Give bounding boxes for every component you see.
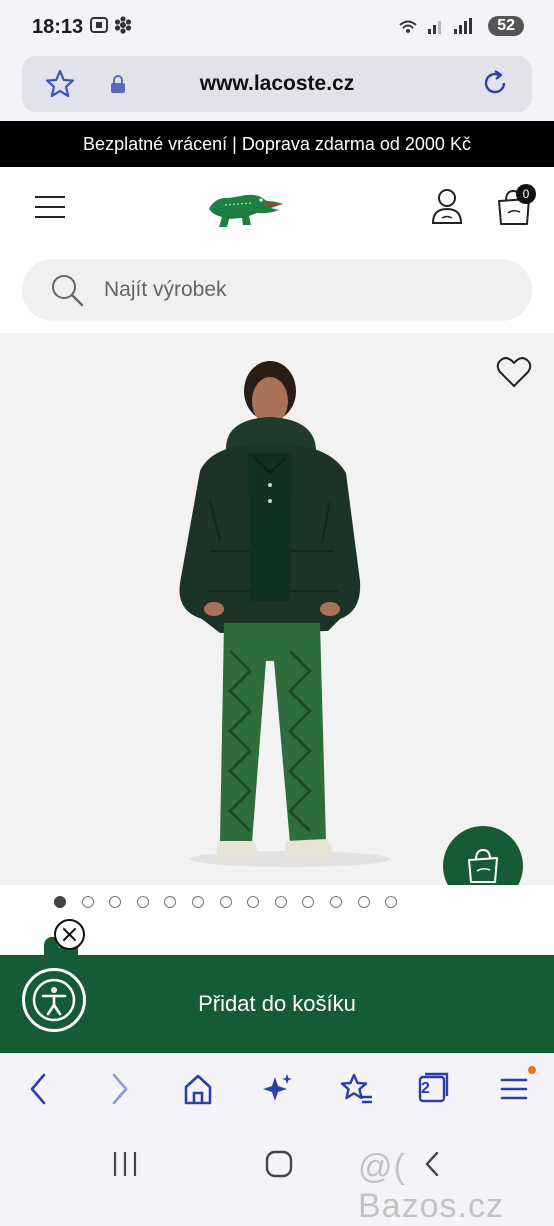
address-bar[interactable]: www.lacoste.cz bbox=[22, 56, 532, 112]
tabs-button[interactable]: 2 bbox=[414, 1071, 454, 1107]
carousel-dot[interactable] bbox=[302, 896, 315, 908]
carousel-dot[interactable] bbox=[274, 896, 287, 908]
ai-sparkle-icon[interactable] bbox=[257, 1071, 297, 1107]
close-promo-button[interactable] bbox=[54, 919, 85, 950]
promo-banner: Bezplatné vrácení | Doprava zdarma od 20… bbox=[0, 121, 554, 167]
account-icon[interactable] bbox=[430, 187, 464, 225]
hamburger-menu-icon[interactable] bbox=[35, 196, 65, 218]
carousel-dot[interactable] bbox=[81, 896, 94, 908]
carousel-dot[interactable] bbox=[357, 896, 370, 908]
status-bar: 18:13 52 bbox=[0, 0, 554, 56]
home-button-icon[interactable] bbox=[264, 1149, 294, 1179]
carousel-dot[interactable] bbox=[385, 896, 398, 908]
heart-icon[interactable] bbox=[496, 355, 532, 389]
carousel-dot[interactable] bbox=[54, 896, 66, 908]
notification-icons bbox=[90, 16, 140, 41]
carousel-dot[interactable] bbox=[219, 896, 232, 908]
carousel-dot[interactable] bbox=[247, 896, 260, 908]
search-box[interactable] bbox=[22, 259, 532, 321]
forward-icon[interactable] bbox=[100, 1071, 140, 1107]
reload-icon[interactable] bbox=[480, 68, 510, 98]
search-icon[interactable] bbox=[50, 273, 84, 307]
image-carousel-dots: % bbox=[0, 885, 554, 955]
status-time: 18:13 bbox=[32, 16, 84, 38]
recent-apps-icon[interactable] bbox=[110, 1149, 140, 1179]
browser-toolbar: 2 bbox=[0, 1053, 554, 1125]
home-icon[interactable] bbox=[178, 1071, 218, 1107]
product-model-image bbox=[179, 361, 390, 867]
cart-count-badge: 0 bbox=[516, 184, 536, 204]
add-to-cart-label: Přidat do košíku bbox=[198, 991, 356, 1016]
status-right: 52 bbox=[398, 16, 524, 36]
carousel-dot[interactable] bbox=[164, 896, 177, 908]
lacoste-crocodile-logo[interactable] bbox=[205, 183, 285, 229]
carousel-dot[interactable] bbox=[192, 896, 204, 908]
tabs-icon bbox=[418, 1072, 449, 1103]
tabs-count: 2 bbox=[421, 1080, 430, 1097]
battery-indicator: 52 bbox=[488, 16, 524, 36]
search-input[interactable] bbox=[104, 259, 504, 321]
carousel-dot[interactable] bbox=[136, 896, 149, 908]
add-to-cart-button[interactable]: Přidat do košíku bbox=[0, 955, 554, 1053]
shopping-bag-icon bbox=[468, 848, 498, 883]
bookmarks-star-icon[interactable] bbox=[336, 1071, 376, 1107]
carousel-dot[interactable] bbox=[109, 896, 122, 908]
close-icon bbox=[63, 928, 76, 941]
back-icon[interactable] bbox=[18, 1071, 58, 1107]
product-image-gallery[interactable] bbox=[0, 333, 554, 885]
menu-icon[interactable] bbox=[494, 1071, 534, 1107]
url-text[interactable]: www.lacoste.cz bbox=[22, 72, 532, 96]
notification-dot bbox=[528, 1066, 536, 1074]
site-header: 0 bbox=[0, 167, 554, 333]
signal-icon bbox=[399, 18, 473, 34]
screenshot-icon bbox=[90, 16, 132, 34]
watermark: @( Bazos.cz bbox=[358, 1148, 504, 1225]
carousel-dot[interactable] bbox=[330, 896, 342, 908]
